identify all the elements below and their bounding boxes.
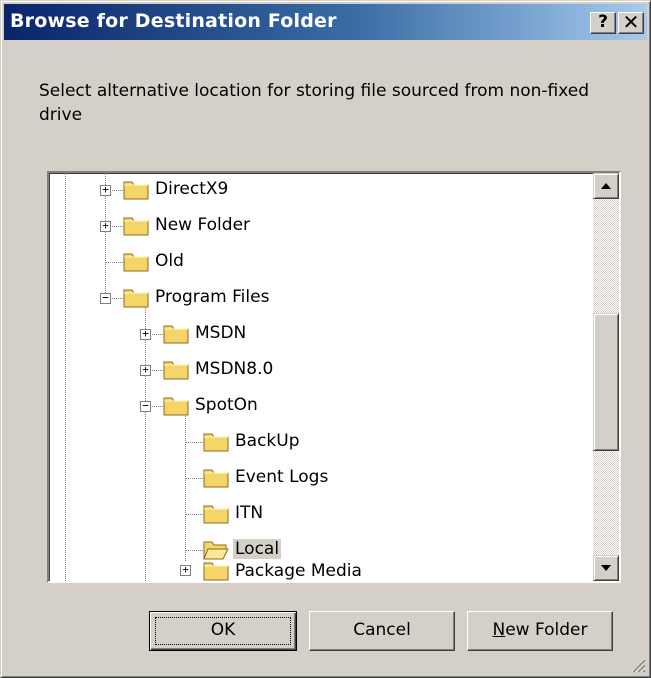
tree-item-itn[interactable]: ITN	[233, 503, 265, 523]
folder-icon	[123, 181, 149, 200]
folder-tree[interactable]: + DirectX9 + New Folder Old − Program Fi…	[47, 171, 621, 583]
tree-item-msdn8[interactable]: MSDN8.0	[193, 359, 275, 379]
scroll-up-button[interactable]	[593, 173, 619, 199]
help-button[interactable]: ?	[590, 12, 616, 34]
arrow-down-icon	[601, 565, 611, 571]
expand-button[interactable]: +	[100, 184, 111, 196]
expand-button[interactable]: +	[140, 328, 151, 340]
tree-item-old[interactable]: Old	[153, 251, 186, 271]
open-folder-icon	[203, 541, 229, 560]
ok-button[interactable]: OK	[149, 611, 297, 651]
arrow-up-icon	[601, 183, 611, 189]
new-folder-mnemonic: N	[492, 620, 506, 640]
collapse-button[interactable]: −	[100, 292, 111, 304]
collapse-button[interactable]: −	[140, 400, 151, 412]
dialog-window: Browse for Destination Folder ? ✕ Select…	[0, 0, 651, 678]
expand-button[interactable]: +	[140, 364, 151, 376]
scroll-thumb[interactable]	[593, 313, 619, 451]
cancel-label: Cancel	[353, 620, 411, 640]
tree-item-local[interactable]: Local	[233, 539, 282, 559]
folder-icon	[163, 361, 189, 380]
scroll-down-button[interactable]	[593, 555, 619, 581]
title-bar[interactable]: Browse for Destination Folder ? ✕	[4, 4, 647, 40]
folder-icon	[203, 433, 229, 452]
new-folder-label: ew Folder	[505, 620, 588, 640]
tree-item-program-files[interactable]: Program Files	[153, 287, 271, 307]
folder-icon	[163, 325, 189, 344]
resize-grip-icon[interactable]	[628, 655, 646, 673]
cancel-button[interactable]: Cancel	[309, 611, 455, 651]
tree-guide-line	[65, 173, 66, 581]
expand-button[interactable]: +	[180, 564, 191, 576]
focus-rect	[155, 617, 291, 645]
tree-item-spoton[interactable]: SpotOn	[193, 395, 260, 415]
new-folder-button[interactable]: New Folder	[467, 611, 613, 651]
folder-icon	[203, 562, 229, 581]
folder-icon	[203, 505, 229, 524]
close-button[interactable]: ✕	[618, 12, 644, 34]
folder-icon	[123, 253, 149, 272]
instruction-text: Select alternative location for storing …	[39, 81, 590, 125]
tree-item-directx9[interactable]: DirectX9	[153, 179, 230, 199]
tree-item-backup[interactable]: BackUp	[233, 431, 302, 451]
expand-button[interactable]: +	[100, 220, 111, 232]
close-icon: ✕	[622, 10, 640, 34]
tree-item-msdn[interactable]: MSDN	[193, 323, 248, 343]
dialog-title: Browse for Destination Folder	[10, 10, 337, 32]
vertical-scrollbar[interactable]	[593, 173, 619, 581]
tree-item-package-media[interactable]: Package Media	[233, 561, 364, 581]
folder-icon	[203, 469, 229, 488]
tree-item-new-folder[interactable]: New Folder	[153, 215, 252, 235]
folder-icon	[163, 397, 189, 416]
tree-guide-line	[185, 413, 186, 561]
tree-item-event-logs[interactable]: Event Logs	[233, 467, 330, 487]
folder-tree-viewport: + DirectX9 + New Folder Old − Program Fi…	[49, 173, 595, 581]
folder-icon	[123, 289, 149, 308]
tree-guide-line	[145, 303, 146, 581]
folder-icon	[123, 217, 149, 236]
